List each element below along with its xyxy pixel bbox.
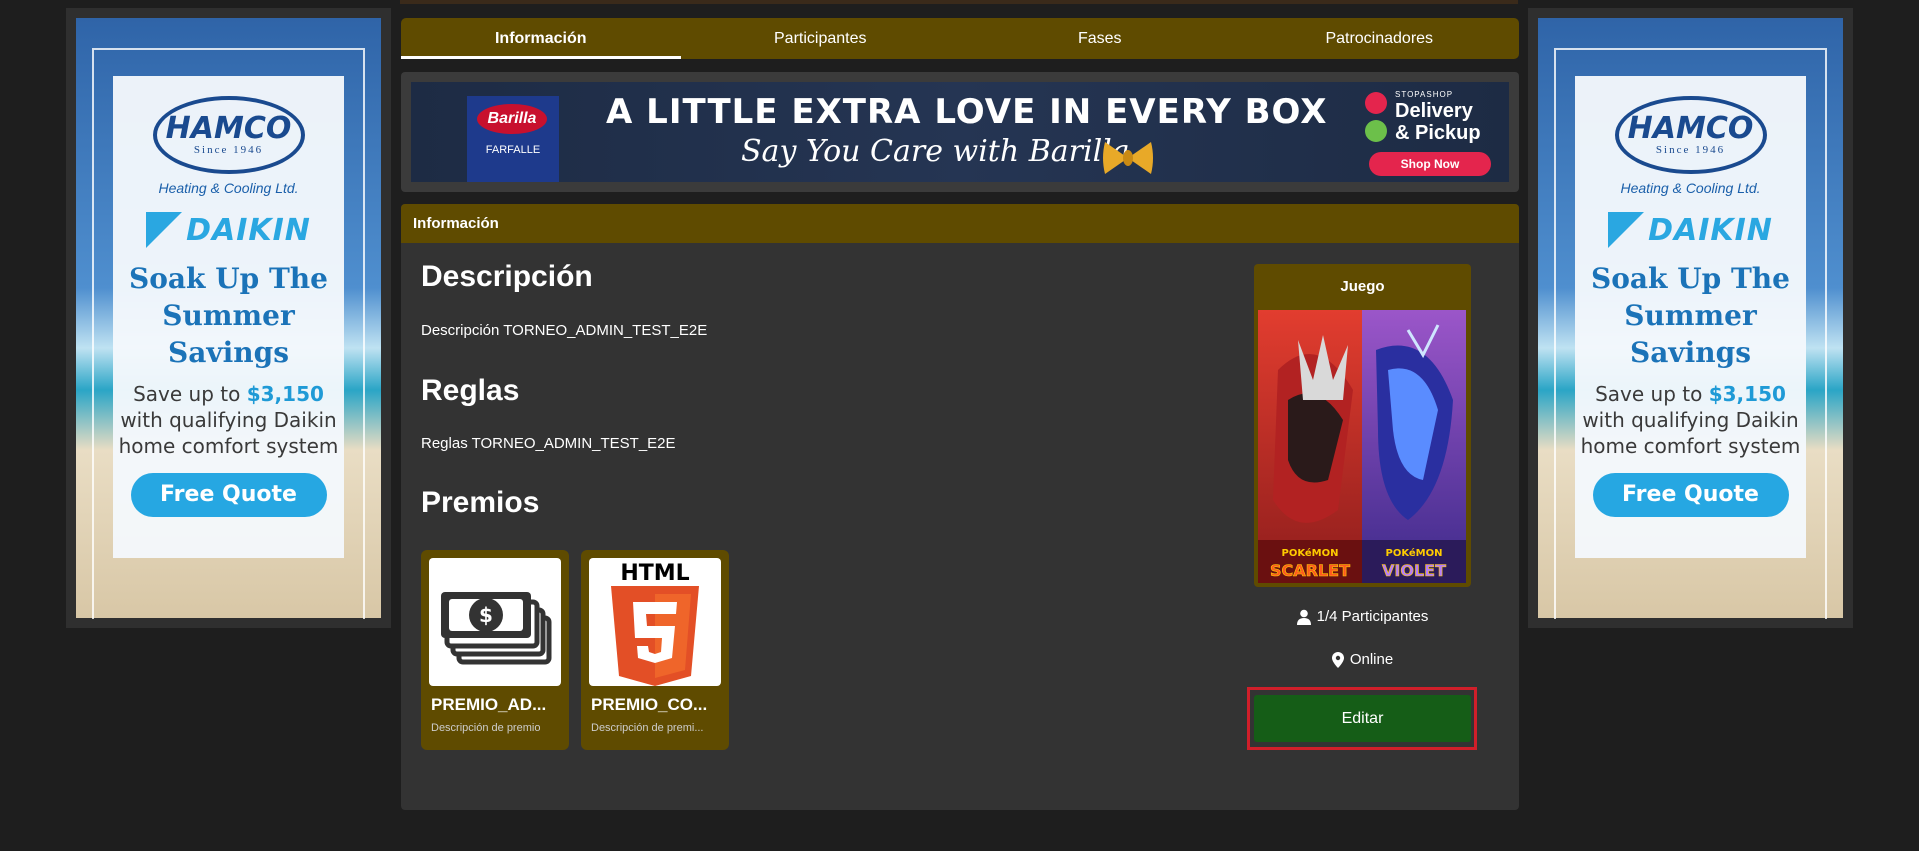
html5-icon-label: HTML bbox=[620, 561, 689, 586]
stopashop-promo: STOPASHOP Delivery & Pickup Shop Now bbox=[1361, 88, 1501, 178]
tab-patrocinadores[interactable]: Patrocinadores bbox=[1240, 18, 1520, 59]
participants-info: 1/4 Participantes bbox=[1254, 608, 1471, 625]
ad-offer-amount: $3,150 bbox=[1708, 382, 1786, 406]
ad-headline: Soak Up The Summer Savings bbox=[129, 262, 328, 369]
barilla-logo: Barilla bbox=[477, 104, 547, 134]
ad-panel: HAMCO Since 1946 Heating & Cooling Ltd. … bbox=[1575, 76, 1806, 558]
hamco-since: Since 1946 bbox=[193, 144, 264, 156]
rules-text: Reglas TORNEO_ADMIN_TEST_E2E bbox=[421, 435, 676, 452]
red-dot-icon bbox=[1365, 92, 1387, 114]
ad-offer-amount: $3,150 bbox=[246, 382, 324, 406]
banner-subline: Say You Care with Barilla bbox=[741, 134, 1130, 169]
hamco-logo: HAMCO Since 1946 bbox=[1614, 96, 1767, 174]
description-title: Descripción bbox=[421, 260, 593, 293]
free-quote-button[interactable]: Free Quote bbox=[130, 473, 327, 517]
tab-participantes[interactable]: Participantes bbox=[681, 18, 961, 59]
store-name: STOPASHOP bbox=[1395, 90, 1454, 99]
daikin-logo: DAIKIN bbox=[113, 212, 344, 248]
banner-headline: A LITTLE EXTRA LOVE IN EVERY BOX bbox=[606, 92, 1328, 132]
hamco-brand: HAMCO bbox=[1627, 111, 1754, 146]
tab-fases[interactable]: Fases bbox=[960, 18, 1240, 59]
banner-ad-container: Barilla FARFALLE A LITTLE EXTRA LOVE IN … bbox=[401, 72, 1519, 192]
info-header: Información bbox=[401, 204, 1519, 243]
store-service: Delivery & Pickup bbox=[1395, 100, 1481, 144]
prize-description: Descripción de premio bbox=[431, 722, 541, 734]
svg-text:$: $ bbox=[479, 603, 493, 627]
right-side-ad[interactable]: HAMCO Since 1946 Heating & Cooling Ltd. … bbox=[1528, 8, 1853, 628]
rules-title: Reglas bbox=[421, 374, 520, 407]
daikin-mark-icon bbox=[1608, 212, 1645, 248]
cover-brand-left: POKéMON bbox=[1281, 547, 1338, 559]
user-icon bbox=[1296, 609, 1311, 625]
hamco-logo: HAMCO Since 1946 bbox=[152, 96, 305, 174]
top-strip bbox=[400, 0, 1518, 4]
prize-name: PREMIO_CO... bbox=[591, 695, 708, 714]
hamco-brand: HAMCO bbox=[165, 111, 292, 146]
html5-icon: HTML bbox=[611, 561, 699, 686]
hamco-since: Since 1946 bbox=[1655, 144, 1726, 156]
barilla-product: FARFALLE bbox=[485, 144, 541, 156]
ad-offer-suffix: with qualifying Daikin home comfort syst… bbox=[118, 408, 339, 458]
tab-informacion[interactable]: Información bbox=[401, 18, 681, 59]
ad-card[interactable]: HAMCO Since 1946 Heating & Cooling Ltd. … bbox=[1538, 18, 1843, 619]
location-info: Online bbox=[1254, 651, 1471, 668]
prize-card[interactable]: HTML PREMIO_CO... Descripción de premi..… bbox=[581, 550, 729, 750]
left-side-ad[interactable]: HAMCO Since 1946 Heating & Cooling Ltd. … bbox=[66, 8, 391, 628]
store-service-line2: & Pickup bbox=[1395, 122, 1481, 144]
daikin-text: DAIKIN bbox=[186, 212, 311, 248]
prize-card[interactable]: $ PREMIO_AD... Descripción de premio bbox=[421, 550, 569, 750]
daikin-mark-icon bbox=[146, 212, 183, 248]
ad-panel: HAMCO Since 1946 Heating & Cooling Ltd. … bbox=[113, 76, 344, 558]
info-card: Información Descripción Descripción TORN… bbox=[401, 204, 1519, 810]
pokemon-scarlet-violet-cover: POKéMON SCARLET POKéMON VIOLET bbox=[1258, 310, 1466, 583]
daikin-logo: DAIKIN bbox=[1575, 212, 1806, 248]
cover-brand-right: POKéMON bbox=[1385, 547, 1442, 559]
prize-name: PREMIO_AD... bbox=[431, 695, 547, 714]
ad-headline: Soak Up The Summer Savings bbox=[1591, 262, 1790, 369]
edit-button[interactable]: Editar bbox=[1254, 695, 1471, 742]
participants-count: 1/4 Participantes bbox=[1316, 608, 1429, 625]
barilla-box-image: Barilla FARFALLE bbox=[467, 96, 559, 182]
prize-description: Descripción de premi... bbox=[591, 722, 704, 734]
ad-offer-prefix: Save up to bbox=[1595, 382, 1703, 406]
ad-offer-suffix: with qualifying Daikin home comfort syst… bbox=[1580, 408, 1801, 458]
location-pin-icon bbox=[1331, 651, 1344, 668]
ad-offer: Save up to $3,150 with qualifying Daikin… bbox=[1575, 381, 1806, 459]
game-cover-image: POKéMON SCARLET POKéMON VIOLET bbox=[1258, 310, 1466, 583]
prizes-title: Premios bbox=[421, 486, 540, 519]
ad-offer-prefix: Save up to bbox=[133, 382, 241, 406]
daikin-text: DAIKIN bbox=[1648, 212, 1773, 248]
farfalle-bow-icon bbox=[1103, 142, 1153, 174]
store-service-line1: Delivery bbox=[1395, 100, 1473, 122]
ad-offer: Save up to $3,150 with qualifying Daikin… bbox=[113, 381, 344, 459]
description-text: Descripción TORNEO_ADMIN_TEST_E2E bbox=[421, 322, 708, 339]
money-icon: $ bbox=[441, 592, 552, 665]
location-text: Online bbox=[1349, 651, 1394, 668]
hamco-tagline: Heating & Cooling Ltd. bbox=[1620, 180, 1761, 196]
game-label: Juego bbox=[1340, 278, 1385, 295]
barilla-banner-ad[interactable]: Barilla FARFALLE A LITTLE EXTRA LOVE IN … bbox=[411, 82, 1509, 182]
prize-image: HTML bbox=[589, 558, 721, 686]
shop-now-button[interactable]: Shop Now bbox=[1369, 152, 1491, 176]
cover-title-right: VIOLET bbox=[1382, 561, 1446, 580]
ad-card[interactable]: HAMCO Since 1946 Heating & Cooling Ltd. … bbox=[76, 18, 381, 619]
tournament-tabs: Información Participantes Fases Patrocin… bbox=[401, 18, 1519, 59]
game-card: Juego POKéMON SCARLET POKéMON VIOLET bbox=[1254, 264, 1471, 587]
green-dot-icon bbox=[1365, 120, 1387, 142]
prize-image: $ bbox=[429, 558, 561, 686]
cover-title-left: SCARLET bbox=[1270, 561, 1350, 580]
free-quote-button[interactable]: Free Quote bbox=[1592, 473, 1789, 517]
hamco-tagline: Heating & Cooling Ltd. bbox=[158, 180, 299, 196]
